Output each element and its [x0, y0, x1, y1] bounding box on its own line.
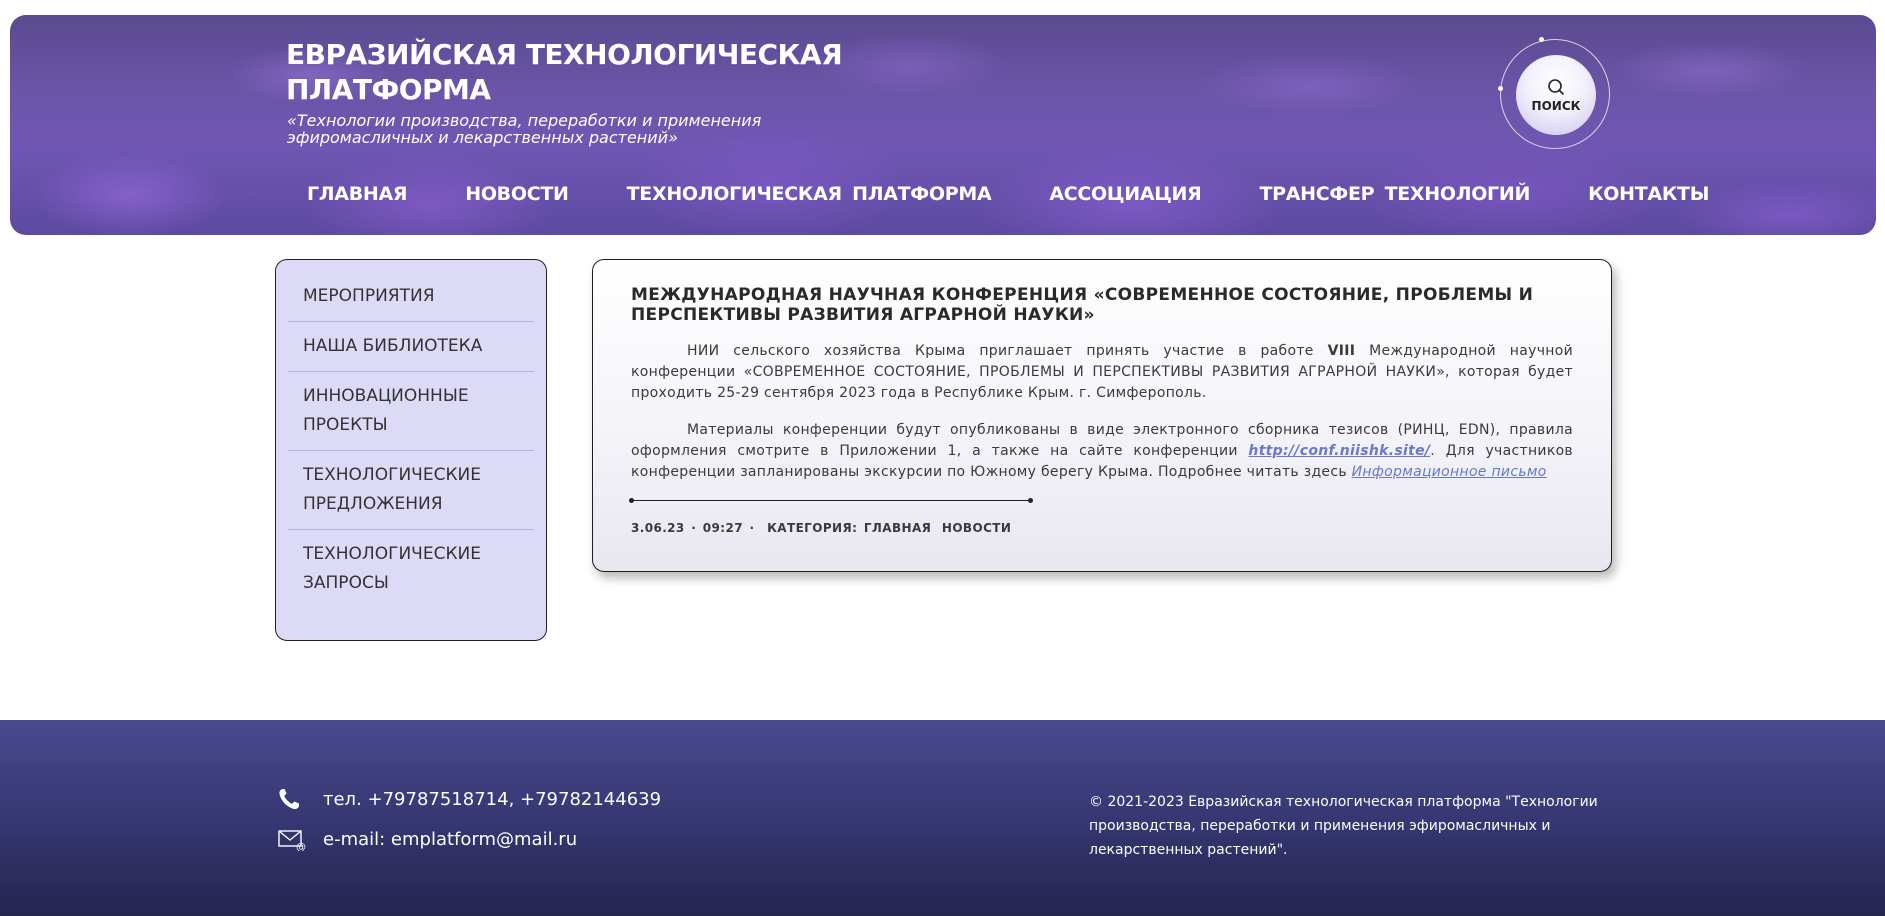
phone-icon — [279, 789, 299, 810]
nav-item-contacts[interactable]: КОНТАКТЫ — [1588, 183, 1709, 205]
article-date: 3.06.23 · 09:27 · — [631, 521, 755, 535]
ring-dot — [1539, 37, 1544, 42]
ring-dot — [1498, 86, 1503, 91]
nav-item-news[interactable]: НОВОСТИ — [465, 183, 569, 205]
search-icon — [1548, 78, 1564, 95]
category-link-news[interactable]: НОВОСТИ — [942, 521, 1011, 535]
nav-item-home[interactable]: ГЛАВНАЯ — [307, 183, 408, 205]
sidebar-item-innovation-projects[interactable]: ИННОВАЦИОННЫЕ ПРОЕКТЫ — [288, 372, 534, 451]
search-button[interactable]: ПОИСК — [1516, 55, 1596, 135]
article-paragraph: Материалы конференции будут опубликованы… — [631, 420, 1573, 483]
nav-item-association[interactable]: АССОЦИАЦИЯ — [1049, 183, 1201, 205]
divider — [629, 498, 1033, 503]
svg-text:@: @ — [296, 842, 306, 851]
site-footer: тел. +79787518714, +79782144639 @ e-mail… — [0, 720, 1885, 916]
text-bold: VIII — [1327, 343, 1356, 359]
site-subtitle: «Технологии производства, переработки и … — [287, 111, 762, 147]
category-link-home[interactable]: ГЛАВНАЯ — [864, 521, 931, 535]
nav-item-tech-platform[interactable]: ТЕХНОЛОГИЧЕСКАЯ ПЛАТФОРМА — [627, 183, 992, 205]
conference-site-link[interactable]: http://conf.niishk.site/ — [1248, 443, 1430, 459]
mail-icon: @ — [278, 830, 306, 851]
news-article: МЕЖДУНАРОДНАЯ НАУЧНАЯ КОНФЕРЕНЦИЯ «СОВРЕ… — [592, 259, 1612, 572]
article-title[interactable]: МЕЖДУНАРОДНАЯ НАУЧНАЯ КОНФЕРЕНЦИЯ «СОВРЕ… — [631, 285, 1573, 325]
category-label: КАТЕГОРИЯ: — [767, 521, 858, 535]
article-paragraph: НИИ сельского хозяйства Крыма приглашает… — [631, 341, 1573, 404]
sidebar-item-tech-offers[interactable]: ТЕХНОЛОГИЧЕСКИЕ ПРЕДЛОЖЕНИЯ — [288, 451, 534, 530]
phone-text[interactable]: тел. +79787518714, +79782144639 — [323, 789, 661, 810]
info-letter-link[interactable]: Информационное письмо — [1352, 464, 1547, 480]
sidebar-item-library[interactable]: НАША БИБЛИОТЕКА — [288, 322, 534, 372]
sidebar-item-events[interactable]: МЕРОПРИЯТИЯ — [288, 272, 534, 322]
footer-phone: тел. +79787518714, +79782144639 — [277, 787, 661, 811]
site-title[interactable]: ЕВРАЗИЙСКАЯ ТЕХНОЛОГИЧЕСКАЯ ПЛАТФОРМА — [286, 37, 846, 107]
sidebar: МЕРОПРИЯТИЯ НАША БИБЛИОТЕКА ИННОВАЦИОННЫ… — [275, 259, 547, 641]
article-meta: 3.06.23 · 09:27 · КАТЕГОРИЯ: ГЛАВНАЯ НОВ… — [631, 521, 1573, 535]
footer-email: @ e-mail: emplatform@mail.ru — [277, 827, 577, 851]
email-text[interactable]: e-mail: emplatform@mail.ru — [323, 829, 577, 850]
search-label: ПОИСК — [1531, 98, 1581, 113]
sidebar-item-tech-requests[interactable]: ТЕХНОЛОГИЧЕСКИЕ ЗАПРОСЫ — [288, 530, 534, 608]
copyright: © 2021-2023 Евразийская технологическая … — [1089, 794, 1598, 858]
site-header: ЕВРАЗИЙСКАЯ ТЕХНОЛОГИЧЕСКАЯ ПЛАТФОРМА «Т… — [10, 15, 1876, 235]
main-nav: ГЛАВНАЯ НОВОСТИ ТЕХНОЛОГИЧЕСКАЯ ПЛАТФОРМ… — [307, 177, 1709, 211]
text: НИИ сельского хозяйства Крыма приглашает… — [687, 343, 1328, 359]
nav-item-tech-transfer[interactable]: ТРАНСФЕР ТЕХНОЛОГИЙ — [1259, 183, 1530, 205]
